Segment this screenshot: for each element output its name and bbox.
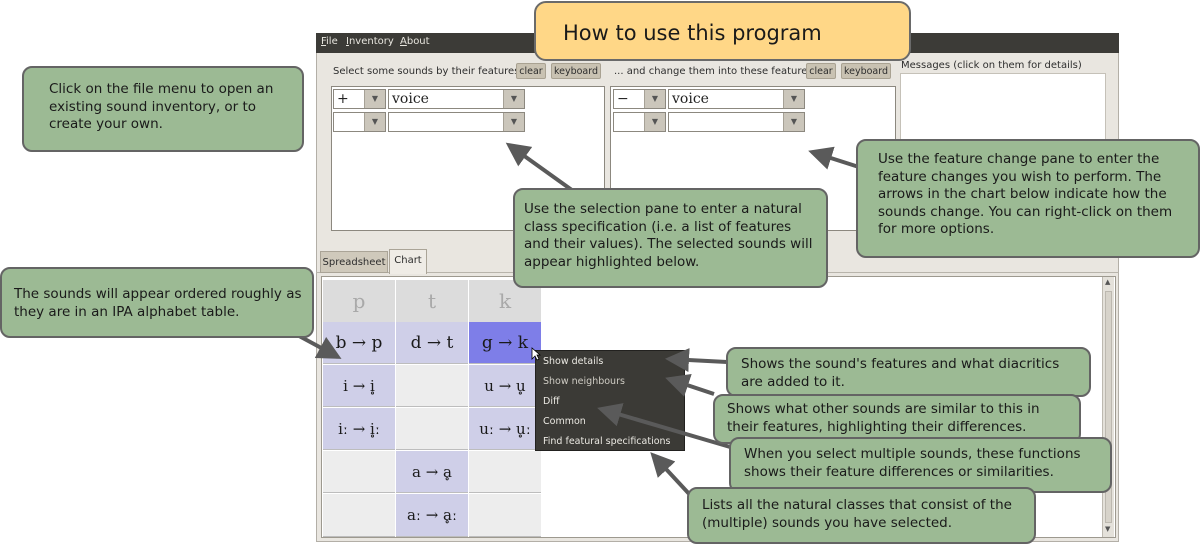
callout-ordering: The sounds will appear ordered roughly a… (0, 267, 314, 338)
callout-show-details: Shows the sound's features and what diac… (726, 347, 1091, 397)
callout-selection-pane: Use the selection pane to enter a natura… (513, 188, 828, 288)
callout-file-menu: Click on the file menu to open an existi… (22, 66, 304, 152)
arrow-selection (505, 142, 578, 195)
callout-diff-common: When you select multiple sounds, these f… (729, 437, 1112, 493)
arrow-show-neighbours (665, 373, 715, 397)
callout-featural-spec: Lists all the natural classes that consi… (687, 487, 1036, 544)
arrow-show-details (665, 348, 728, 373)
callout-change-pane: Use the feature change pane to enter the… (856, 139, 1200, 258)
arrow-change (808, 146, 863, 170)
arrow-featural-spec (650, 452, 694, 499)
title-callout: How to use this program (534, 1, 911, 61)
